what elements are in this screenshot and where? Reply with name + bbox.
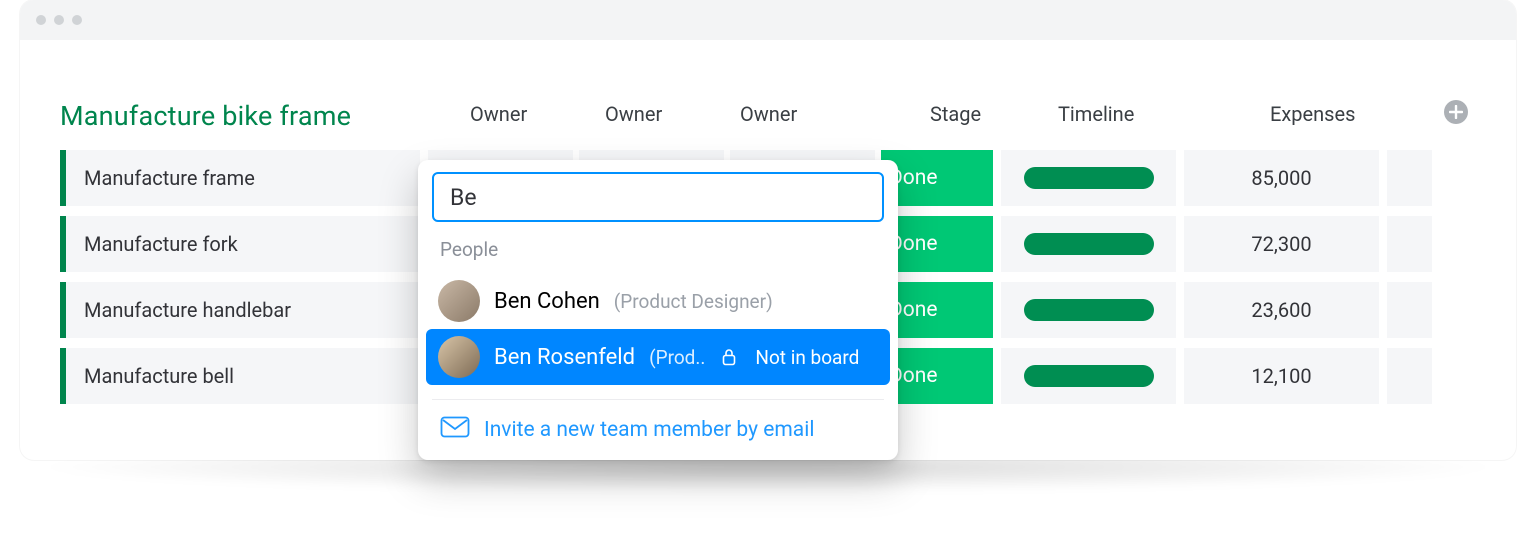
- task-cell[interactable]: Manufacture handlebar: [60, 282, 420, 338]
- people-result-selected[interactable]: Ben Rosenfeld (Prod.. Not in board: [426, 329, 890, 385]
- column-header-timeline[interactable]: Timeline: [1058, 102, 1134, 126]
- not-in-board-badge: Not in board: [755, 346, 859, 369]
- row-end-cell: [1387, 348, 1432, 404]
- people-search-input[interactable]: [450, 184, 866, 211]
- expense-value: 23,600: [1251, 298, 1311, 322]
- task-cell[interactable]: Manufacture fork: [60, 216, 420, 272]
- people-result[interactable]: Ben Cohen (Product Designer): [426, 273, 890, 329]
- timeline-pill: [1024, 233, 1154, 255]
- window-dot: [36, 15, 46, 25]
- column-header-stage[interactable]: Stage: [930, 102, 981, 126]
- column-header-owner[interactable]: Owner: [470, 102, 527, 126]
- task-name: Manufacture bell: [84, 364, 234, 388]
- window-titlebar: [20, 0, 1516, 40]
- task-cell[interactable]: Manufacture bell: [60, 348, 420, 404]
- people-section-label: People: [426, 234, 890, 273]
- expense-value: 72,300: [1251, 232, 1311, 256]
- row-end-cell: [1387, 150, 1432, 206]
- timeline-pill: [1024, 365, 1154, 387]
- timeline-pill: [1024, 299, 1154, 321]
- timeline-pill: [1024, 167, 1154, 189]
- expense-cell[interactable]: 12,100: [1184, 348, 1379, 404]
- add-column-button[interactable]: [1444, 100, 1470, 126]
- expense-cell[interactable]: 72,300: [1184, 216, 1379, 272]
- group-title[interactable]: Manufacture bike frame: [60, 100, 351, 132]
- window-dot: [72, 15, 82, 25]
- avatar: [438, 336, 480, 378]
- column-header-owner[interactable]: Owner: [605, 102, 662, 126]
- task-name: Manufacture frame: [84, 166, 255, 190]
- divider: [432, 399, 884, 400]
- person-role: (Product Designer): [614, 290, 773, 313]
- invite-by-email[interactable]: Invite a new team member by email: [426, 412, 890, 446]
- task-name: Manufacture handlebar: [84, 298, 291, 322]
- task-cell[interactable]: Manufacture frame: [60, 150, 420, 206]
- expense-value: 85,000: [1251, 166, 1311, 190]
- expense-value: 12,100: [1251, 364, 1311, 388]
- expense-cell[interactable]: 23,600: [1184, 282, 1379, 338]
- column-header-expenses[interactable]: Expenses: [1270, 102, 1355, 126]
- person-name: Ben Rosenfeld: [494, 345, 635, 370]
- window-dot: [54, 15, 64, 25]
- people-picker-popover: People Ben Cohen (Product Designer) Ben …: [418, 160, 898, 460]
- person-name: Ben Cohen: [494, 289, 600, 314]
- expense-cell[interactable]: 85,000: [1184, 150, 1379, 206]
- row-end-cell: [1387, 216, 1432, 272]
- task-name: Manufacture fork: [84, 232, 238, 256]
- mail-icon: [440, 416, 470, 444]
- timeline-cell[interactable]: [1001, 150, 1176, 206]
- column-header-owner[interactable]: Owner: [740, 102, 797, 126]
- invite-label: Invite a new team member by email: [484, 418, 814, 442]
- plus-icon: [1444, 100, 1468, 124]
- timeline-cell[interactable]: [1001, 348, 1176, 404]
- timeline-cell[interactable]: [1001, 216, 1176, 272]
- avatar: [438, 280, 480, 322]
- lock-icon: [721, 348, 737, 366]
- timeline-cell[interactable]: [1001, 282, 1176, 338]
- person-role: (Prod..: [649, 346, 705, 369]
- row-end-cell: [1387, 282, 1432, 338]
- people-search-box[interactable]: [432, 172, 884, 222]
